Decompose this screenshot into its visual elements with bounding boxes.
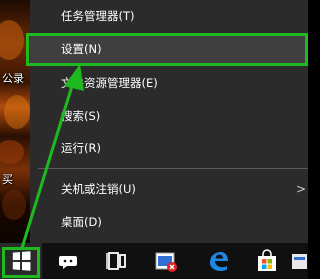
- pointer-arrow-icon: [20, 64, 84, 249]
